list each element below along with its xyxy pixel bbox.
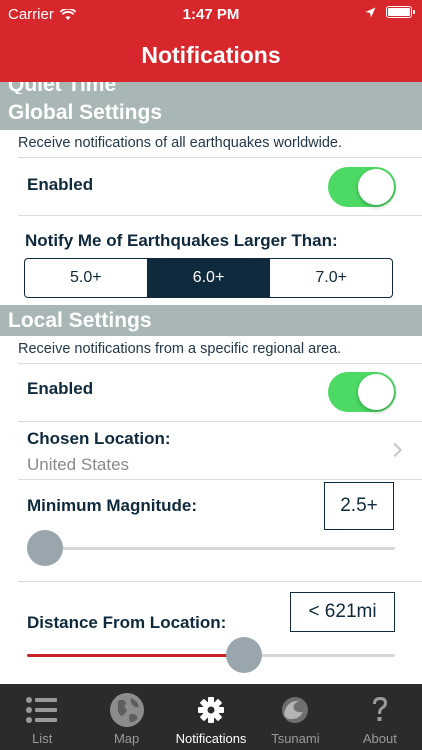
- tab-list-label: List: [32, 731, 53, 746]
- tab-bar: List Map Notifications Tsunami About: [0, 684, 422, 750]
- distance-value: < 621mi: [290, 592, 395, 632]
- distance-label: Distance From Location:: [27, 613, 227, 632]
- local-enabled-toggle[interactable]: [328, 372, 396, 412]
- local-description-row: Receive notifications from a specific re…: [0, 336, 422, 364]
- tab-tsunami-label: Tsunami: [271, 731, 320, 746]
- global-settings-title: Global Settings: [8, 101, 163, 124]
- global-enabled-toggle[interactable]: [328, 167, 396, 207]
- quiet-time-title: Quiet Time: [8, 82, 117, 94]
- question-icon: [372, 697, 387, 721]
- chosen-location-row[interactable]: Chosen Location: United States: [0, 422, 422, 480]
- chevron-right-icon: [387, 442, 403, 458]
- tab-tsunami[interactable]: Tsunami: [253, 684, 337, 750]
- location-arrow-icon: [365, 7, 376, 17]
- tab-about-label: About: [362, 731, 397, 746]
- gear-icon: [198, 697, 225, 723]
- min-magnitude-value: 2.5+: [324, 482, 394, 530]
- distance-slider-thumb[interactable]: [226, 637, 263, 673]
- magnitude-threshold-selector: 5.0+ 6.0+ 7.0+: [24, 258, 393, 298]
- tab-notifications-label: Notifications: [175, 731, 247, 746]
- local-enabled-label: Enabled: [27, 379, 94, 398]
- distance-row: Distance From Location: < 621mi: [0, 582, 422, 684]
- global-description-row: Receive notifications of all earthquakes…: [0, 130, 422, 158]
- list-icon: [26, 697, 58, 723]
- threshold-option-6[interactable]: 6.0+: [147, 259, 271, 297]
- threshold-option-5[interactable]: 5.0+: [25, 259, 148, 297]
- global-settings-header: Global Settings: [0, 94, 422, 130]
- min-magnitude-slider-thumb[interactable]: [27, 530, 63, 566]
- page-title: Notifications: [141, 42, 281, 68]
- tab-notifications[interactable]: Notifications: [169, 684, 253, 750]
- threshold-option-7[interactable]: 7.0+: [270, 259, 392, 297]
- local-description: Receive notifications from a specific re…: [18, 341, 342, 357]
- quiet-time-header: Quiet Time: [0, 82, 422, 94]
- global-enabled-label: Enabled: [27, 175, 94, 194]
- distance-track[interactable]: [27, 654, 395, 657]
- nav-bar: Notifications: [0, 30, 422, 82]
- local-settings-title: Local Settings: [8, 309, 152, 332]
- global-enabled-row: Enabled: [0, 158, 422, 216]
- tab-map[interactable]: Map: [84, 684, 168, 750]
- status-time: 1:47 PM: [182, 6, 240, 23]
- min-magnitude-row: Minimum Magnitude: 2.5+: [0, 480, 422, 582]
- global-description: Receive notifications of all earthquakes…: [18, 135, 343, 151]
- tab-map-label: Map: [113, 731, 140, 746]
- local-settings-header: Local Settings: [0, 305, 422, 336]
- min-magnitude-label: Minimum Magnitude:: [27, 496, 197, 515]
- chosen-location-label: Chosen Location:: [27, 429, 171, 448]
- min-magnitude-track[interactable]: [27, 547, 395, 550]
- chosen-location-value: United States: [27, 455, 130, 474]
- globe-icon: [109, 693, 144, 727]
- tab-list[interactable]: List: [0, 684, 84, 750]
- global-threshold-row: Notify Me of Earthquakes Larger Than: 5.…: [0, 216, 422, 306]
- local-enabled-row: Enabled: [0, 364, 422, 422]
- global-threshold-label: Notify Me of Earthquakes Larger Than:: [25, 231, 338, 250]
- wave-icon: [282, 697, 309, 723]
- status-bar: Carrier 1:47 PM: [0, 0, 422, 30]
- tab-about[interactable]: About: [338, 684, 422, 750]
- battery-icon: [386, 6, 415, 18]
